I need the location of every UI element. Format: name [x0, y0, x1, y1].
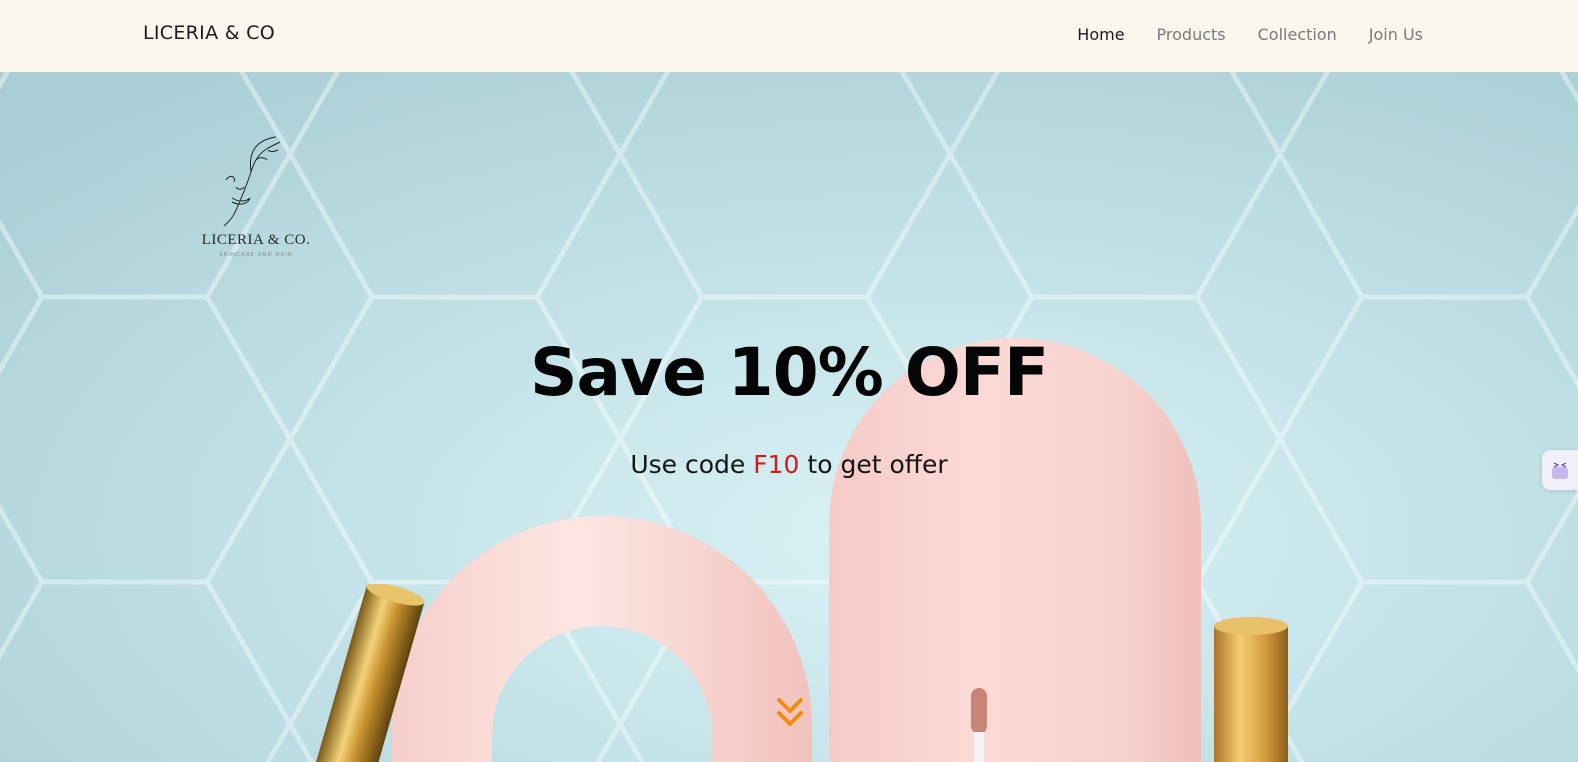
pink-ring-arch — [392, 516, 812, 762]
nav-link-products[interactable]: Products — [1157, 25, 1226, 44]
nav-links: Home Products Collection Join Us — [1045, 25, 1423, 44]
nav-link-collection[interactable]: Collection — [1258, 25, 1337, 44]
hero-headline: Save 10% OFF — [529, 334, 1049, 411]
promo-code: F10 — [753, 450, 800, 479]
gold-cosmetic-tube — [1214, 617, 1288, 762]
gold-lipstick-tube — [311, 584, 425, 762]
top-navbar: LICERIA & CO Home Products Collection Jo… — [0, 0, 1578, 72]
subline-prefix: Use code — [630, 450, 754, 479]
nav-link-home[interactable]: Home — [1077, 25, 1124, 44]
logo-tagline: SKINCARE AND HAIR — [219, 252, 293, 258]
double-chevron-down-icon[interactable] — [775, 696, 805, 730]
hero-subline: Use code F10 to get offer — [0, 450, 1578, 479]
lip-gloss-applicator — [971, 688, 987, 762]
brand-face-logo: LICERIA & CO. SKINCARE AND HAIR — [196, 132, 316, 262]
brand-logo-text[interactable]: LICERIA & CO — [143, 22, 275, 44]
hero-banner: LICERIA & CO. SKINCARE AND HAIR Save 10%… — [0, 72, 1578, 762]
nav-link-join-us[interactable]: Join Us — [1369, 25, 1423, 44]
chat-bot-icon — [1552, 462, 1568, 479]
face-line-art-icon — [223, 136, 281, 227]
subline-suffix: to get offer — [799, 450, 948, 479]
side-chat-widget[interactable] — [1542, 450, 1578, 490]
logo-brand-name: LICERIA & CO. — [201, 232, 311, 248]
